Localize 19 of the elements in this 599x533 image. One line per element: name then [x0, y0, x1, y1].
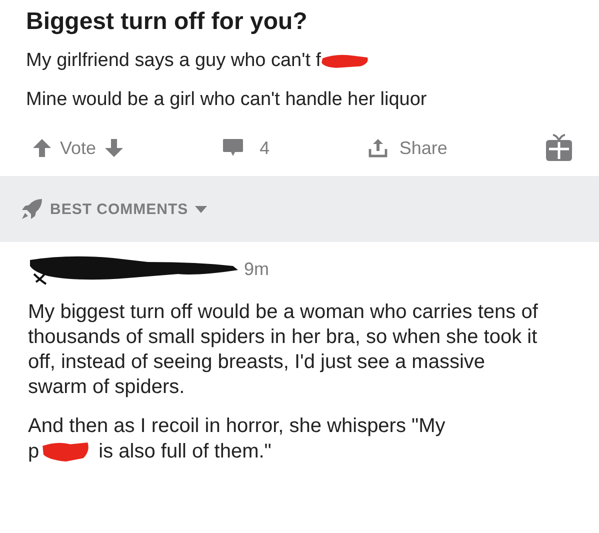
comments-button[interactable]: 4: [222, 138, 270, 158]
post-text: My girlfriend says a guy who can't f: [26, 50, 322, 72]
rocket-icon: [20, 197, 44, 221]
post-text: Mine would be a girl who can't handle her liquor: [26, 89, 427, 111]
downvote-icon[interactable]: [104, 138, 124, 158]
comment-text: is also full of them.": [98, 440, 272, 462]
gift-icon[interactable]: [544, 134, 573, 162]
comment-icon: [222, 138, 244, 158]
upvote-icon[interactable]: [32, 138, 52, 158]
caret-icon: [194, 204, 208, 214]
comment-text: My biggest turn off would be a woman who carries tens of thousands of small spiders in her bra, so when she took it off, instead of seeing breasts, I'd just see a massive swarm of spiders.: [28, 301, 538, 398]
comment-text: p: [28, 440, 40, 462]
share-button[interactable]: Share: [367, 137, 448, 159]
vote-label: Vote: [60, 138, 96, 158]
comment-time: 9m: [244, 258, 270, 280]
post-title: Biggest turn off for you?: [26, 8, 308, 36]
comment-text: And then as I recoil in horror, she whispers "My: [28, 415, 446, 437]
sort-dropdown[interactable]: BEST COMMENTS: [20, 197, 208, 221]
share-icon: [367, 137, 390, 159]
